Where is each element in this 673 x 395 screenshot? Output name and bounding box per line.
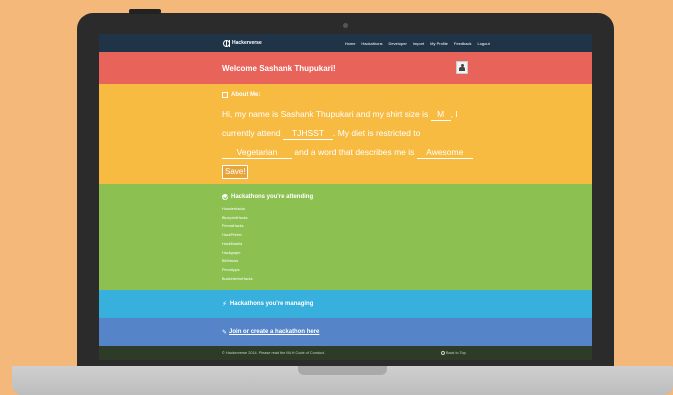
profile-card-icon xyxy=(222,92,228,98)
check-circle-icon xyxy=(222,194,228,200)
about-body: Hi, my name is Sashank Thupukari and my … xyxy=(222,105,482,181)
about-sentence-4: and a word that describes me is xyxy=(294,147,415,157)
nav-home[interactable]: Home xyxy=(345,41,356,46)
nav-developer[interactable]: Developer xyxy=(389,41,407,46)
join-section: ✎ Join or create a hackathon here xyxy=(99,318,592,346)
attending-section: Hackathons you're attending Hoosierhacks… xyxy=(99,184,592,290)
list-item[interactable]: HackMadrid xyxy=(222,240,592,249)
nav-import[interactable]: Import xyxy=(413,41,424,46)
save-button[interactable]: Save! xyxy=(222,165,249,179)
brand-name: Hackerverse xyxy=(232,40,262,46)
screen: Hackerverse Home Hackathons Developer Im… xyxy=(99,34,592,360)
diet-field[interactable]: Vegetarian xyxy=(222,147,292,159)
navbar: Hackerverse Home Hackathons Developer Im… xyxy=(99,34,592,52)
wrench-icon: ✎ xyxy=(222,329,228,336)
welcome-title: Welcome Sashank Thupukari! xyxy=(222,63,336,73)
about-heading: About Me: xyxy=(222,92,592,98)
managing-section: ⚡ Hackathons you're managing xyxy=(99,290,592,318)
about-sentence-3: . My diet is restricted to xyxy=(332,128,421,138)
footer: © Hackerverse 2014. Please read the MLH … xyxy=(99,346,592,360)
attending-list: Hoosierhacks BlueprintHacks PennaHacks H… xyxy=(222,205,592,283)
camera-icon xyxy=(343,23,348,28)
join-link[interactable]: Join or create a hackathon here xyxy=(229,329,319,335)
shirt-size-field[interactable]: M xyxy=(430,109,451,121)
about-sentence-1: Hi, my name is Sashank Thupukari and my … xyxy=(222,109,429,119)
arrow-up-icon xyxy=(441,350,445,355)
user-icon xyxy=(459,63,465,72)
about-heading-text: About Me: xyxy=(231,92,261,98)
globe-icon xyxy=(223,39,230,47)
list-item[interactable]: HackPrinter xyxy=(222,231,592,240)
list-item[interactable]: PennaHacks xyxy=(222,222,592,231)
back-to-top[interactable]: Back to Top xyxy=(441,350,466,355)
back-to-top-label: Back to Top xyxy=(446,350,466,355)
list-item[interactable]: BuckInterimHacks xyxy=(222,275,592,284)
brand[interactable]: Hackerverse xyxy=(223,39,262,47)
nav-feedback[interactable]: Feedback xyxy=(454,41,472,46)
managing-heading: ⚡ Hackathons you're managing xyxy=(222,300,313,308)
attending-heading-text: Hackathons you're attending xyxy=(231,194,314,200)
school-field[interactable]: TJHSST xyxy=(282,128,333,140)
nav-links: Home Hackathons Developer Import My Prof… xyxy=(345,41,490,46)
footer-copyright: © Hackerverse 2014. Please read the MLH … xyxy=(222,351,326,355)
about-section: About Me: Hi, my name is Sashank Thupuka… xyxy=(99,84,592,184)
laptop-base-notch xyxy=(298,366,387,375)
avatar[interactable] xyxy=(456,61,468,74)
nav-my-profile[interactable]: My Profile xyxy=(430,41,448,46)
nav-logout[interactable]: Logout xyxy=(477,41,489,46)
list-item[interactable]: BlueprintHacks xyxy=(222,214,592,223)
laptop-lid-tab xyxy=(129,9,161,14)
welcome-banner: Welcome Sashank Thupukari! xyxy=(99,52,592,84)
word-field[interactable]: Awesome xyxy=(416,147,473,159)
attending-heading: Hackathons you're attending xyxy=(222,194,592,200)
list-item[interactable]: BMHacks xyxy=(222,257,592,266)
list-item[interactable]: Hackgraph xyxy=(222,249,592,258)
nav-hackathons[interactable]: Hackathons xyxy=(361,41,382,46)
managing-heading-text: Hackathons you're managing xyxy=(229,301,314,307)
join-heading: ✎ Join or create a hackathon here xyxy=(222,329,319,336)
list-item[interactable]: PennApps xyxy=(222,266,592,275)
lightning-icon: ⚡ xyxy=(222,301,227,308)
list-item[interactable]: Hoosierhacks xyxy=(222,205,592,214)
